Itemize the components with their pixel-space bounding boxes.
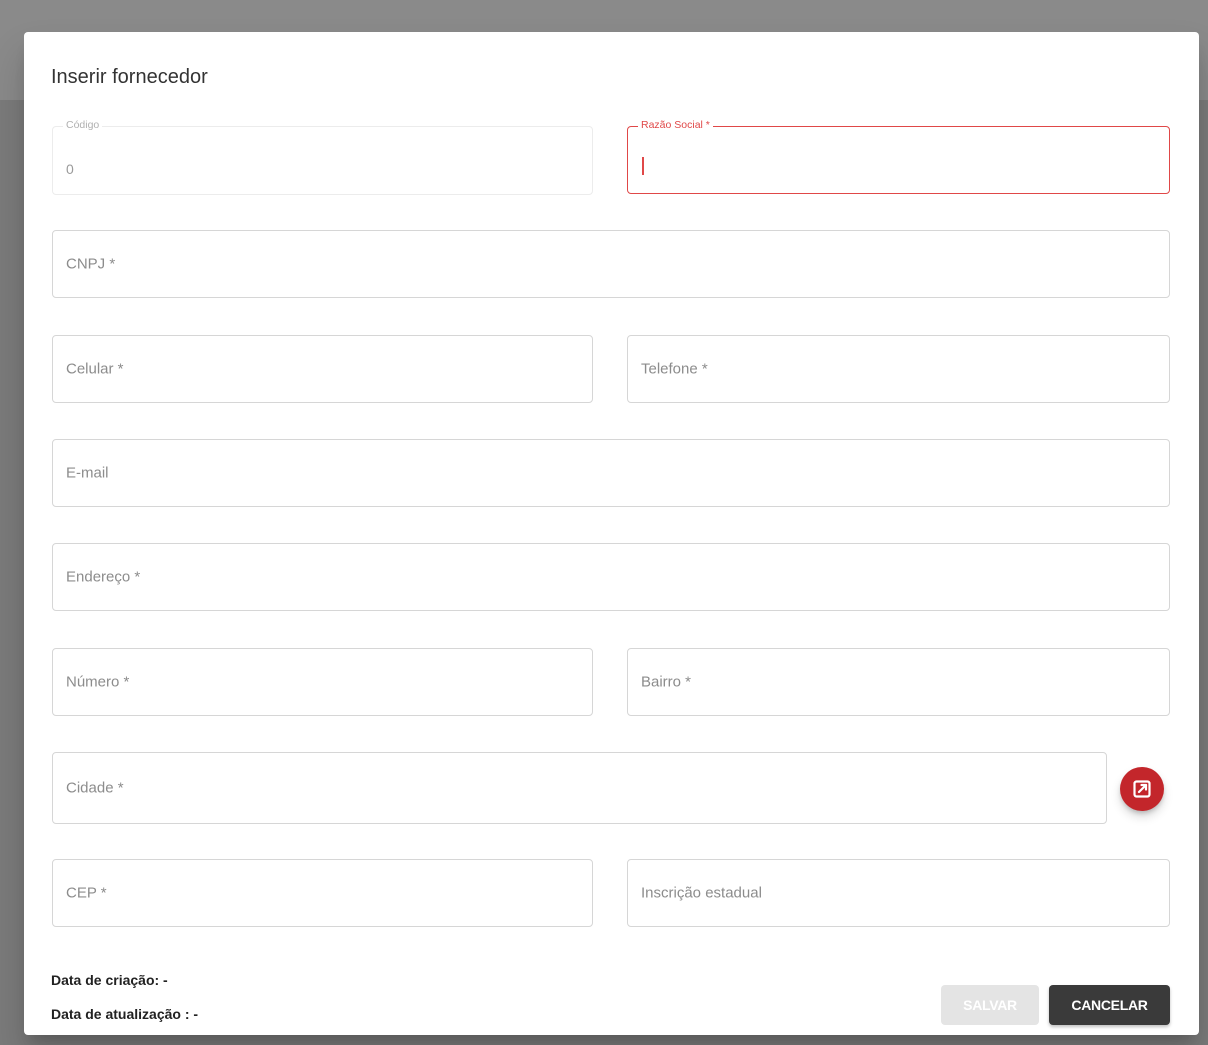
insert-supplier-dialog: Inserir fornecedor Código 0 Razão Social…: [24, 32, 1199, 1035]
open-city-button[interactable]: [1120, 767, 1164, 811]
created-date-text: Data de criação: -: [51, 972, 168, 988]
bairro-placeholder: Bairro *: [641, 673, 692, 691]
save-button[interactable]: SALVAR: [941, 985, 1039, 1025]
endereco-field[interactable]: Endereço *: [52, 543, 1170, 611]
cancel-button[interactable]: CANCELAR: [1049, 985, 1170, 1025]
cidade-placeholder: Cidade *: [66, 779, 124, 797]
cep-placeholder: CEP *: [66, 884, 107, 902]
codigo-label: Código: [63, 119, 103, 131]
dialog-title: Inserir fornecedor: [51, 66, 208, 88]
bairro-field[interactable]: Bairro *: [627, 648, 1170, 716]
updated-date-text: Data de atualização : -: [51, 1006, 199, 1022]
cep-field[interactable]: CEP *: [52, 859, 593, 927]
numero-field[interactable]: Número *: [52, 648, 593, 716]
inscricao-estadual-placeholder: Inscrição estadual: [641, 884, 762, 902]
endereco-placeholder: Endereço *: [66, 568, 141, 586]
codigo-field: Código 0: [52, 119, 593, 195]
inscricao-estadual-field[interactable]: Inscrição estadual: [627, 859, 1170, 927]
telefone-placeholder: Telefone *: [641, 360, 708, 378]
cnpj-field[interactable]: CNPJ *: [52, 230, 1170, 298]
text-caret: [642, 157, 644, 175]
numero-placeholder: Número *: [66, 673, 130, 691]
email-placeholder: E-mail: [66, 464, 109, 482]
razao-social-label: Razão Social *: [638, 119, 713, 131]
celular-field[interactable]: Celular *: [52, 335, 593, 403]
celular-placeholder: Celular *: [66, 360, 124, 378]
cnpj-placeholder: CNPJ *: [66, 255, 116, 273]
codigo-value: 0: [66, 161, 74, 177]
razao-social-field[interactable]: Razão Social *: [627, 119, 1170, 194]
telefone-field[interactable]: Telefone *: [627, 335, 1170, 403]
cidade-field[interactable]: Cidade *: [52, 752, 1107, 824]
email-field[interactable]: E-mail: [52, 439, 1170, 507]
open-in-new-icon: [1133, 780, 1151, 798]
